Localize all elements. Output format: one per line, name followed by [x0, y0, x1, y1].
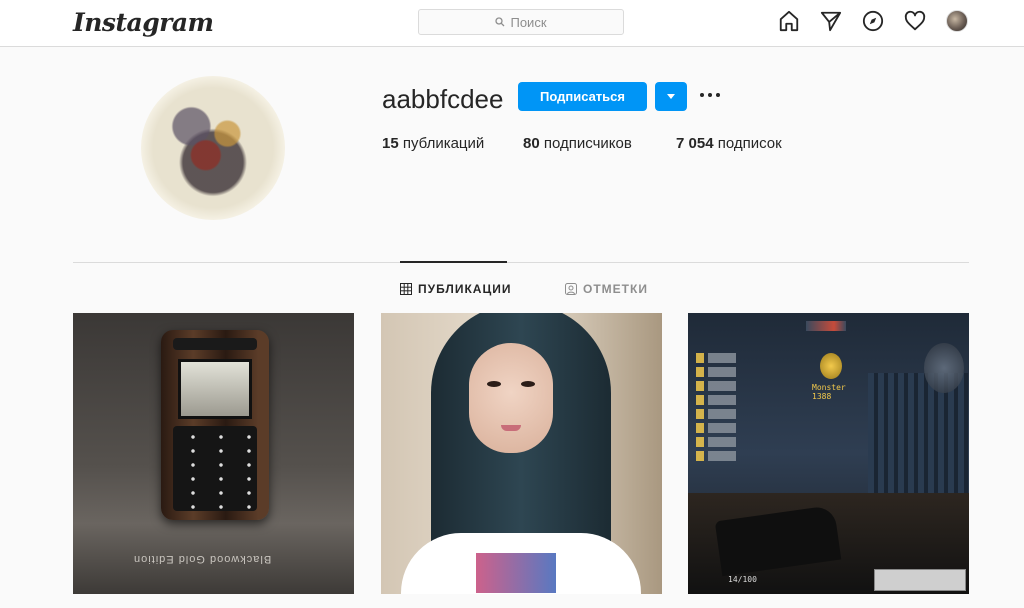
top-navigation-bar: Instagram Поиск	[0, 0, 1024, 47]
direct-icon[interactable]	[820, 10, 842, 32]
post-caption-reflection: Blackwood Gold Edition	[133, 553, 272, 565]
following-stat[interactable]: 7 054 подписок	[676, 135, 782, 152]
following-label: подписок	[717, 135, 782, 152]
posts-count-stat: 15 публикаций	[382, 135, 523, 152]
home-icon[interactable]	[778, 10, 800, 32]
grid-icon	[400, 283, 412, 295]
game-hud-weapon	[874, 569, 966, 591]
profile-avatar[interactable]	[141, 76, 285, 220]
posts-count: 15	[382, 135, 399, 152]
game-hud-badge	[820, 353, 842, 379]
post-thumbnail[interactable]	[381, 313, 662, 594]
suggestions-dropdown-button[interactable]	[655, 82, 687, 111]
explore-icon[interactable]	[862, 10, 884, 32]
followers-count: 80	[523, 135, 540, 152]
game-hud-text: Monster 1388	[812, 383, 846, 401]
posts-label: публикаций	[402, 135, 485, 152]
tab-posts[interactable]: ПУБЛИКАЦИИ	[400, 282, 511, 296]
game-hud-ammo: 14/100	[728, 575, 757, 584]
more-options-button[interactable]	[700, 93, 722, 99]
profile-username: aabbfcdee	[382, 84, 504, 114]
search-input[interactable]: Поиск	[418, 9, 624, 35]
tabs-divider	[73, 262, 969, 263]
follow-button[interactable]: Подписаться	[518, 82, 647, 111]
nav-icons	[778, 10, 968, 32]
active-tab-indicator	[400, 261, 507, 263]
post-thumbnail[interactable]: Blackwood Gold Edition	[73, 313, 354, 594]
tab-tagged-label: ОТМЕТКИ	[583, 282, 648, 296]
following-count: 7 054	[676, 135, 714, 152]
search-placeholder: Поиск	[510, 14, 547, 30]
tab-tagged[interactable]: ОТМЕТКИ	[565, 282, 648, 296]
game-hud-list	[696, 353, 756, 465]
followers-label: подписчиков	[543, 135, 632, 152]
activity-heart-icon[interactable]	[904, 10, 926, 32]
followers-stat[interactable]: 80 подписчиков	[523, 135, 676, 152]
instagram-logo[interactable]: Instagram	[73, 8, 214, 37]
tagged-icon	[565, 283, 577, 295]
chevron-down-icon	[667, 94, 675, 99]
phone-image	[161, 330, 269, 520]
avatar	[946, 10, 968, 32]
profile-stats: 15 публикаций 80 подписчиков 7 054 подпи…	[382, 135, 782, 152]
portrait-face	[469, 343, 553, 453]
tab-posts-label: ПУБЛИКАЦИИ	[418, 282, 512, 296]
profile-avatar-icon[interactable]	[946, 10, 968, 32]
search-icon	[495, 17, 505, 27]
post-thumbnail[interactable]: Monster 1388 14/100	[688, 313, 969, 594]
